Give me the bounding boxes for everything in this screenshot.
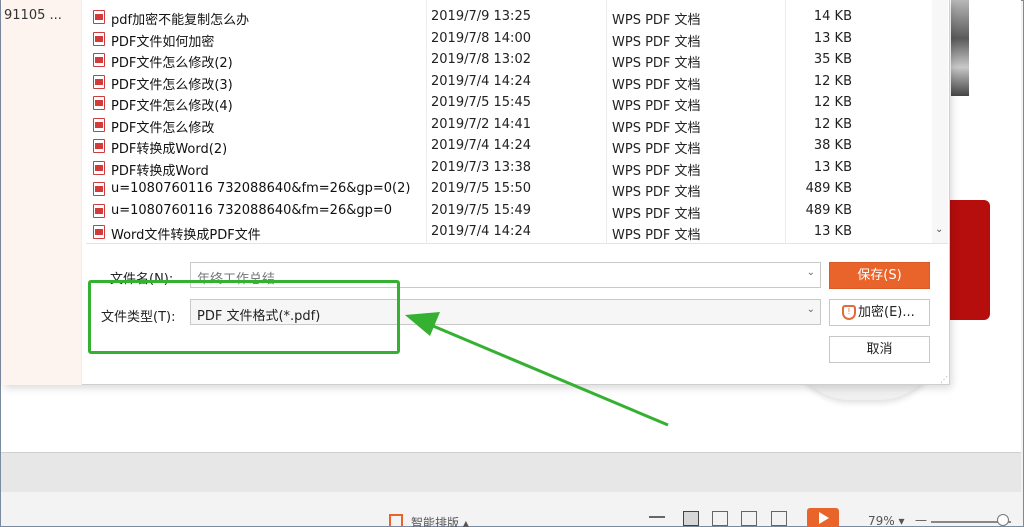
pdf-file-icon	[93, 225, 105, 239]
smart-layout-icon[interactable]	[389, 514, 403, 526]
pdf-file-icon	[93, 182, 105, 196]
file-row[interactable]: pdf加密不能复制怎么办 2019/7/9 13:25 WPS PDF 文档 14 K…	[90, 7, 932, 29]
resize-grip-icon[interactable]: ⋰	[940, 375, 948, 384]
file-name: PDF文件怎么修改(3)	[111, 77, 233, 93]
reading-view-icon[interactable]	[741, 511, 757, 526]
file-type: WPS PDF 文档	[612, 120, 701, 136]
file-row[interactable]: u=1080760116 732088640&fm=26&gp=0 2019/7/…	[90, 201, 932, 223]
file-name: PDF转换成Word(2)	[111, 142, 228, 157]
encrypt-label: 加密(E)...	[858, 305, 915, 320]
file-row[interactable]: PDF文件怎么修改 2019/7/2 14:41 WPS PDF 文档 12 KB	[90, 115, 932, 137]
file-size: 12 KB	[813, 116, 852, 132]
zoom-out-icon[interactable]: —	[915, 513, 927, 527]
file-type: WPS PDF 文档	[612, 13, 701, 28]
pdf-file-icon	[93, 10, 105, 24]
file-date: 2019/7/3 13:38	[431, 159, 531, 175]
file-row[interactable]: u=1080760116 732088640&fm=26&gp=0(2) 2019…	[90, 179, 932, 201]
cancel-button[interactable]: 取消	[829, 336, 930, 363]
document-footer-area	[1, 452, 1021, 492]
file-type: WPS PDF 文档	[612, 56, 701, 71]
file-list: pdf加密不能复制怎么办 2019/7/9 13:25 WPS PDF 文档 14 K…	[90, 7, 932, 244]
background-image-strip	[951, 0, 969, 96]
file-row[interactable]: PDF转换成Word(2) 2019/7/4 14:24 WPS PDF 文档 38 …	[90, 136, 932, 158]
file-name: PDF文件怎么修改	[111, 120, 215, 136]
file-size: 12 KB	[813, 73, 852, 89]
file-date: 2019/7/5 15:49	[431, 202, 531, 218]
file-type: WPS PDF 文档	[612, 228, 701, 243]
shield-icon: !	[842, 305, 856, 320]
file-type: WPS PDF 文档	[612, 34, 701, 50]
navigation-pane: 91105 ...	[2, 0, 82, 385]
file-row[interactable]: PDF文件怎么修改(2) 2019/7/8 13:02 WPS PDF 文档 35 K…	[90, 50, 932, 72]
pdf-file-icon	[93, 53, 105, 67]
encrypt-button[interactable]: ! 加密(E)...	[829, 299, 930, 326]
file-name: Word文件转换成PDF文件	[111, 228, 261, 243]
chevron-down-icon[interactable]: ⌄	[807, 304, 815, 315]
zoom-slider-knob[interactable]	[997, 514, 1009, 526]
file-name: PDF文件怎么修改(4)	[111, 99, 233, 114]
file-name: u=1080760116 732088640&fm=26&gp=0	[111, 202, 393, 218]
file-size: 35 KB	[813, 52, 852, 67]
file-name: u=1080760116 732088640&fm=26&gp=0(2)	[111, 181, 411, 196]
file-size: 13 KB	[813, 159, 852, 175]
nav-item[interactable]: 91105 ...	[4, 8, 62, 23]
file-size: 13 KB	[813, 224, 852, 239]
file-name: PDF文件如何加密	[111, 34, 215, 50]
file-date: 2019/7/8 14:00	[431, 30, 531, 46]
file-type: WPS PDF 文档	[612, 142, 701, 157]
presenter-view-icon[interactable]	[771, 511, 787, 526]
file-date: 2019/7/4 14:24	[431, 138, 531, 153]
file-size: 489 KB	[805, 202, 852, 218]
file-size: 14 KB	[813, 9, 852, 24]
file-date: 2019/7/9 13:25	[431, 9, 531, 24]
file-date: 2019/7/8 13:02	[431, 52, 531, 67]
status-bar: 智能排版 ▴ 79% ▾ —	[1, 492, 1021, 527]
scroll-down-icon[interactable]: ⌄	[935, 224, 943, 235]
list-divider	[86, 243, 948, 244]
file-type: WPS PDF 文档	[612, 185, 701, 200]
file-list-scrollbar[interactable]: ⌄	[932, 0, 948, 243]
pdf-file-icon	[93, 96, 105, 110]
file-type: WPS PDF 文档	[612, 206, 701, 222]
file-name: PDF转换成Word	[111, 163, 209, 179]
pdf-file-icon	[93, 117, 105, 132]
file-row[interactable]: PDF文件怎么修改(4) 2019/7/5 15:45 WPS PDF 文档 12 K…	[90, 93, 932, 115]
file-row[interactable]: PDF转换成Word 2019/7/3 13:38 WPS PDF 文档 13 KB	[90, 158, 932, 180]
file-size: 489 KB	[805, 181, 852, 196]
pdf-file-icon	[93, 31, 105, 46]
file-date: 2019/7/4 14:24	[431, 224, 531, 239]
file-name: pdf加密不能复制怎么办	[111, 13, 250, 28]
file-size: 12 KB	[813, 95, 852, 110]
file-row[interactable]: PDF文件怎么修改(3) 2019/7/4 14:24 WPS PDF 文档 12 K…	[90, 72, 932, 94]
file-type: WPS PDF 文档	[612, 99, 701, 114]
normal-view-icon[interactable]	[683, 511, 699, 526]
smart-layout-button[interactable]: 智能排版 ▴	[411, 514, 469, 527]
file-row[interactable]: PDF文件如何加密 2019/7/8 14:00 WPS PDF 文档 13 KB	[90, 29, 932, 51]
save-dialog: 91105 ... pdf加密不能复制怎么办 2019/7/9 13:25 WPS …	[2, 0, 950, 385]
file-date: 2019/7/4 14:24	[431, 73, 531, 89]
file-type: WPS PDF 文档	[612, 77, 701, 93]
file-size: 38 KB	[813, 138, 852, 153]
pdf-file-icon	[93, 160, 105, 175]
play-icon[interactable]	[807, 508, 839, 527]
file-type: WPS PDF 文档	[612, 163, 701, 179]
pdf-file-icon	[93, 139, 105, 153]
file-row[interactable]: Word文件转换成PDF文件 2019/7/4 14:24 WPS PDF 文档 13…	[90, 222, 932, 244]
file-size: 13 KB	[813, 30, 852, 46]
file-date: 2019/7/2 14:41	[431, 116, 531, 132]
highlight-box	[88, 280, 400, 354]
file-name: PDF文件怎么修改(2)	[111, 56, 233, 71]
pdf-file-icon	[93, 74, 105, 89]
chevron-down-icon[interactable]: ⌄	[807, 267, 815, 278]
grid-view-icon[interactable]	[712, 511, 728, 526]
pdf-file-icon	[93, 203, 105, 218]
zoom-level[interactable]: 79% ▾	[868, 514, 905, 527]
menu-icon[interactable]	[649, 516, 665, 525]
save-button[interactable]: 保存(S)	[829, 262, 930, 289]
file-date: 2019/7/5 15:50	[431, 181, 531, 196]
file-date: 2019/7/5 15:45	[431, 95, 531, 110]
